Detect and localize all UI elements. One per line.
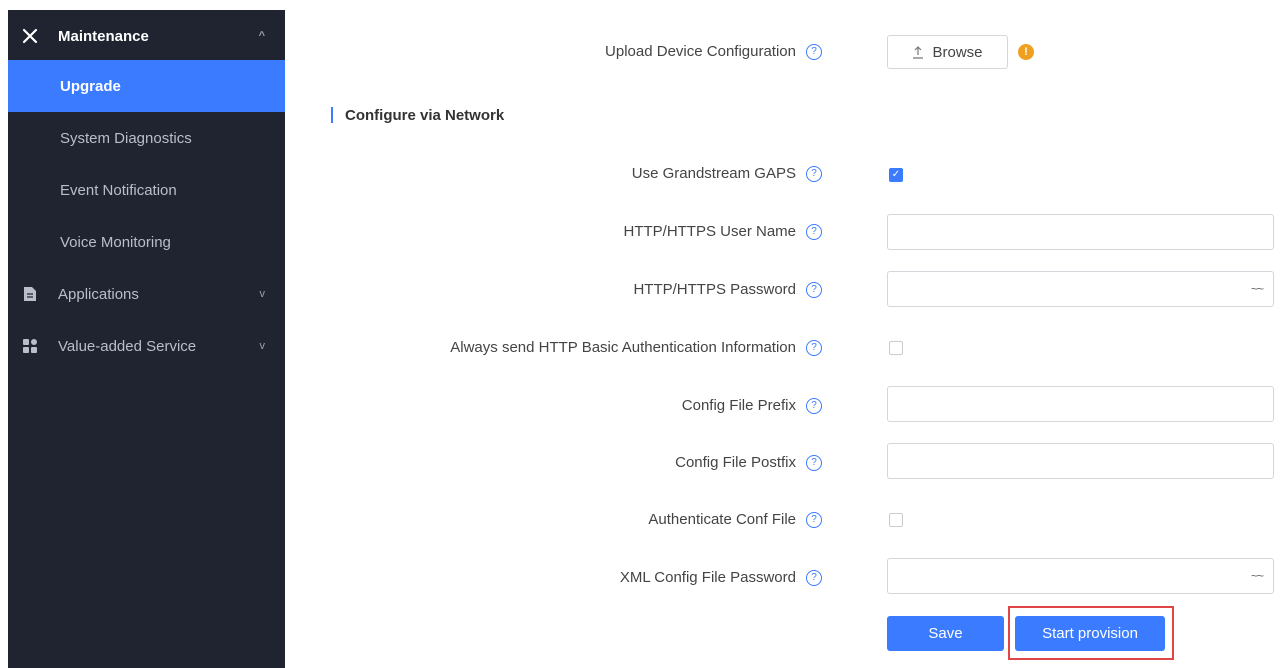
help-icon[interactable]: ? <box>806 224 822 240</box>
field-label: Authenticate Conf File <box>648 511 796 528</box>
config-prefix-input[interactable] <box>887 386 1274 422</box>
document-icon <box>20 284 40 304</box>
sidebar-item-event-notification[interactable]: Event Notification <box>8 164 285 216</box>
config-postfix-input[interactable] <box>887 443 1274 479</box>
browse-button[interactable]: Browse <box>887 35 1008 69</box>
sidebar-item-upgrade[interactable]: Upgrade <box>8 60 285 112</box>
sidebar-group-label: Applications <box>58 285 139 303</box>
section-title: Configure via Network <box>345 106 505 124</box>
chevron-down-icon: v <box>259 288 266 300</box>
sidebar-group-value-added-service[interactable]: Value-added Service v <box>8 320 285 372</box>
password-input[interactable]: ~~ <box>887 271 1274 307</box>
sidebar-group-maintenance[interactable]: Maintenance ^ <box>8 10 285 62</box>
help-icon[interactable]: ? <box>806 512 822 528</box>
gaps-checkbox[interactable]: ✓ <box>889 168 903 182</box>
auth-conf-checkbox[interactable] <box>889 513 903 527</box>
field-label: Use Grandstream GAPS <box>631 165 796 182</box>
field-label: HTTP/HTTPS Password <box>633 281 796 298</box>
grid-icon <box>20 336 40 356</box>
basic-auth-label: Always send HTTP Basic Authentication In… <box>450 338 822 358</box>
postfix-label: Config File Postfix ? <box>675 453 822 473</box>
prefix-label: Config File Prefix ? <box>682 396 822 416</box>
chevron-down-icon: v <box>259 340 266 352</box>
eye-hidden-icon[interactable]: ~~ <box>1251 569 1264 583</box>
field-label: Always send HTTP Basic Authentication In… <box>450 339 796 356</box>
sidebar-group-applications[interactable]: Applications v <box>8 268 285 320</box>
sidebar-item-label: Upgrade <box>60 77 121 95</box>
upload-icon <box>913 45 924 59</box>
help-icon[interactable]: ? <box>806 340 822 356</box>
field-label: Upload Device Configuration <box>605 43 796 60</box>
save-button[interactable]: Save <box>887 616 1004 651</box>
xml-password-label: XML Config File Password ? <box>620 568 822 588</box>
field-label: Config File Postfix <box>675 454 796 471</box>
start-provision-button[interactable]: Start provision <box>1015 616 1165 651</box>
section-header: Configure via Network <box>331 105 504 125</box>
username-input[interactable] <box>887 214 1274 250</box>
username-label: HTTP/HTTPS User Name ? <box>623 222 822 242</box>
password-label: HTTP/HTTPS Password ? <box>633 280 822 300</box>
help-icon[interactable]: ? <box>806 398 822 414</box>
sidebar-item-system-diagnostics[interactable]: System Diagnostics <box>8 112 285 164</box>
basic-auth-checkbox[interactable] <box>889 341 903 355</box>
warning-icon: ! <box>1018 44 1034 60</box>
help-icon[interactable]: ? <box>806 166 822 182</box>
chevron-up-icon: ^ <box>258 30 265 42</box>
wrench-icon <box>20 26 40 46</box>
sidebar-group-label: Maintenance <box>58 27 149 45</box>
section-marker <box>331 107 333 123</box>
field-label: Config File Prefix <box>681 397 796 414</box>
sidebar-item-voice-monitoring[interactable]: Voice Monitoring <box>8 216 285 268</box>
field-label: HTTP/HTTPS User Name <box>623 223 796 240</box>
auth-conf-label: Authenticate Conf File ? <box>648 510 822 530</box>
sidebar-group-label: Value-added Service <box>58 337 197 355</box>
gaps-label: Use Grandstream GAPS ? <box>632 164 822 184</box>
help-icon[interactable]: ? <box>806 44 822 60</box>
upload-config-label: Upload Device Configuration ? <box>605 42 822 62</box>
sidebar-item-label: Event Notification <box>60 181 177 199</box>
help-icon[interactable]: ? <box>806 282 822 298</box>
help-icon[interactable]: ? <box>806 570 822 586</box>
eye-hidden-icon[interactable]: ~~ <box>1251 282 1264 296</box>
sidebar-item-label: System Diagnostics <box>60 129 192 147</box>
sidebar-item-label: Voice Monitoring <box>60 233 171 251</box>
help-icon[interactable]: ? <box>806 455 822 471</box>
field-label: XML Config File Password <box>619 569 796 586</box>
browse-label: Browse <box>932 43 983 61</box>
xml-password-input[interactable]: ~~ <box>887 558 1274 594</box>
sidebar: Maintenance ^ Upgrade System Diagnostics… <box>8 10 285 668</box>
